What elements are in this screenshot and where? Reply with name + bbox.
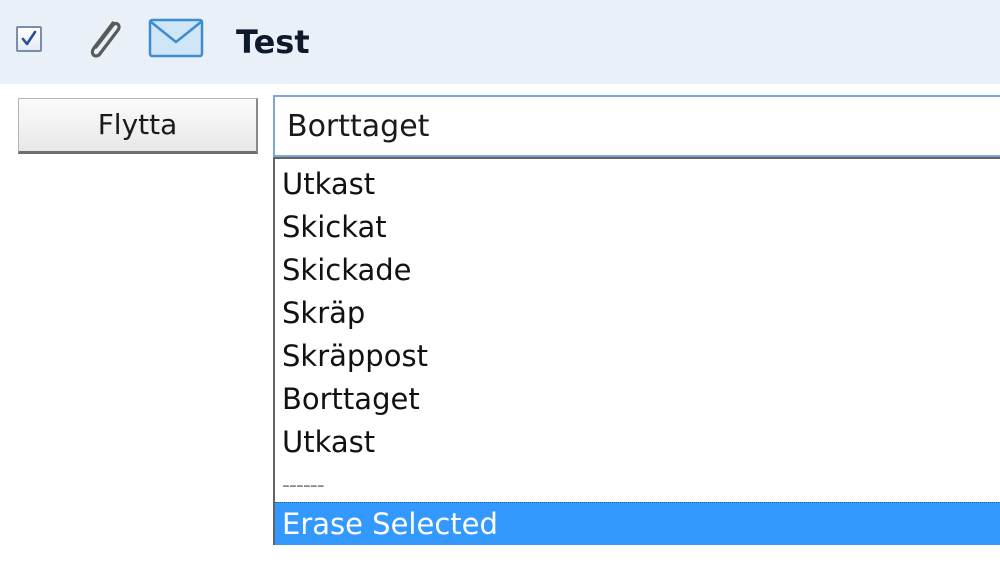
envelope-icon [148, 18, 204, 58]
folder-option-skickat[interactable]: Skickat [275, 206, 1000, 249]
folder-option-utkast-2[interactable]: Utkast [275, 421, 1000, 464]
folder-dropdown-list[interactable]: Utkast Skickat Skickade Skräp Skräppost … [273, 157, 1000, 545]
folder-option-skickade[interactable]: Skickade [275, 249, 1000, 292]
folder-option-skrap[interactable]: Skräp [275, 292, 1000, 335]
select-message-checkbox[interactable] [16, 26, 42, 52]
paperclip-icon [90, 21, 121, 58]
folder-option-utkast[interactable]: Utkast [275, 163, 1000, 206]
message-subject: Test [236, 23, 310, 61]
folder-option-separator: ------ [282, 473, 325, 498]
folder-option-borttaget[interactable]: Borttaget [275, 378, 1000, 421]
move-button[interactable]: Flytta [18, 98, 258, 154]
folder-option-skrappost[interactable]: Skräppost [275, 335, 1000, 378]
folder-select-value: Borttaget [287, 109, 430, 144]
checkmark-icon [21, 30, 37, 46]
message-header: Test [0, 0, 1000, 84]
mail-item-panel: Test Flytta Borttaget Utkast Skickat Ski… [0, 0, 1000, 587]
folder-option-erase-selected[interactable]: Erase Selected [275, 502, 1000, 545]
folder-select[interactable]: Borttaget [273, 95, 1000, 157]
